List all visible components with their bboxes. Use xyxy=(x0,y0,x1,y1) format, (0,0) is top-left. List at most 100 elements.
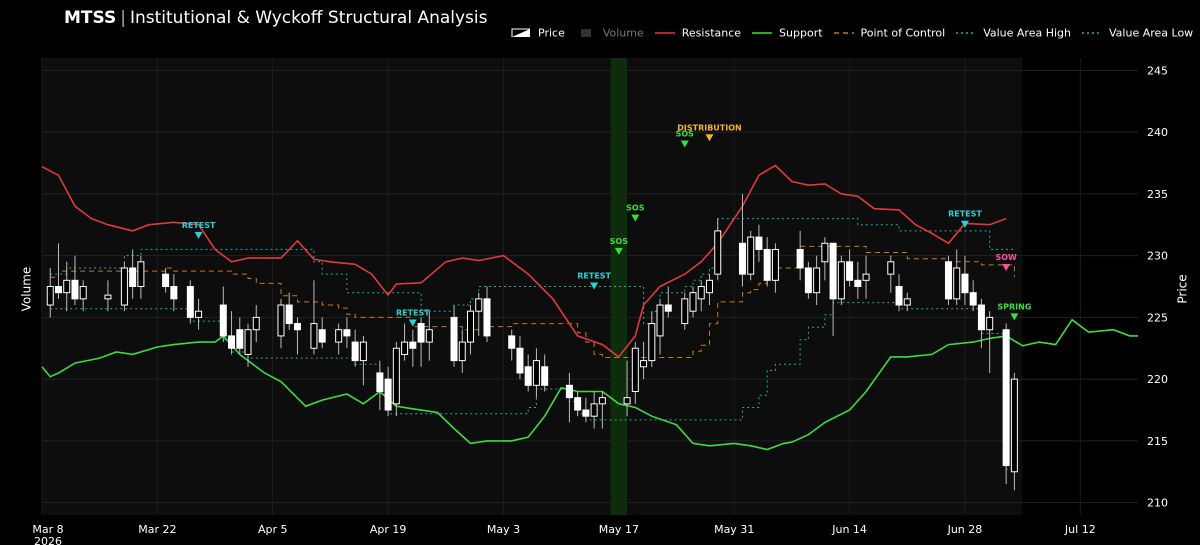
candle-body xyxy=(532,360,540,386)
candle-body xyxy=(170,286,178,300)
candle-body xyxy=(631,347,639,392)
annotation-label: SPRING xyxy=(997,302,1031,311)
candle-body xyxy=(590,403,598,417)
candle-body xyxy=(664,304,672,312)
candle-body xyxy=(162,273,170,288)
candle-body xyxy=(813,267,821,294)
candle-body xyxy=(335,329,343,343)
candle-body xyxy=(54,286,62,294)
candle-body xyxy=(425,329,433,343)
annotation-label: SOS xyxy=(626,204,645,213)
candle-body xyxy=(829,242,837,300)
candle-body xyxy=(969,292,977,306)
x-tick-label: May 3 xyxy=(487,523,520,536)
candle-body xyxy=(409,341,417,349)
candle xyxy=(186,280,194,324)
candle-body xyxy=(747,236,755,275)
candle-body xyxy=(129,267,137,287)
annotation-label: DISTRIBUTION xyxy=(677,123,742,132)
candle xyxy=(747,230,755,281)
candle-body xyxy=(508,335,516,349)
x-tick-label: Jun 28 xyxy=(947,523,983,536)
y-tick-label: 240 xyxy=(1147,126,1168,139)
annotation-label: RETEST xyxy=(396,309,430,318)
candle-body xyxy=(120,267,128,306)
candle-body xyxy=(763,248,771,281)
candle-body xyxy=(738,242,746,275)
candle-body xyxy=(697,286,705,300)
candle-body xyxy=(450,316,458,362)
candle-body xyxy=(318,329,326,343)
candle-body xyxy=(714,230,722,275)
candle-body xyxy=(277,304,285,337)
x-tick-label: Jul 12 xyxy=(1064,523,1096,536)
candle-body xyxy=(986,316,994,331)
annotation-label: RETEST xyxy=(182,221,216,230)
x-tick-label: Jun 14 xyxy=(831,523,867,536)
candle-body xyxy=(417,323,425,343)
candle-body xyxy=(623,397,631,405)
candle-body xyxy=(524,366,532,386)
candle-body xyxy=(953,267,961,300)
candle-body xyxy=(541,366,549,386)
candle-body xyxy=(71,279,79,300)
candle-body xyxy=(376,372,384,392)
candle-body xyxy=(401,341,409,355)
candle-body xyxy=(104,294,112,300)
candle-body xyxy=(195,310,203,318)
candle-body xyxy=(961,273,969,294)
candle-body xyxy=(384,378,392,411)
candle-body xyxy=(392,347,400,405)
y-tick-label: 225 xyxy=(1147,311,1168,324)
y-tick-label: 220 xyxy=(1147,373,1168,386)
candle-body xyxy=(796,248,804,269)
candle-body xyxy=(689,292,697,312)
candle-body xyxy=(467,310,475,343)
candle-body xyxy=(804,267,812,294)
candle-body xyxy=(705,279,713,294)
candle-body xyxy=(944,261,952,300)
candle-body xyxy=(854,279,862,287)
candle-body xyxy=(565,384,573,399)
candlestick-chart: 210215220225230235240245Mar 82026Mar 22 A… xyxy=(32,58,1168,545)
candle-body xyxy=(516,347,524,374)
candle xyxy=(944,255,952,306)
y-tick-label: 245 xyxy=(1147,64,1168,77)
candle-body xyxy=(1002,329,1010,467)
x-tick-label: Mar 22 xyxy=(138,523,176,536)
candle-body xyxy=(598,397,606,405)
annotation-label: RETEST xyxy=(577,272,611,281)
candle xyxy=(1002,323,1010,485)
x-tick-year: 2026 xyxy=(34,535,62,545)
candle-body xyxy=(186,286,194,318)
x-tick-label: Apr 5 xyxy=(258,523,288,536)
candle-body xyxy=(343,329,351,337)
candle-body xyxy=(821,242,829,263)
candle-body xyxy=(46,286,54,306)
annotation-label: SOS xyxy=(610,237,629,246)
candle-body xyxy=(582,409,590,417)
candle-body xyxy=(310,323,318,349)
candle-body xyxy=(903,298,911,306)
candle-body xyxy=(681,298,689,325)
candle-body xyxy=(475,298,483,312)
candle-body xyxy=(837,261,845,300)
candle-body xyxy=(574,397,582,411)
candle-body xyxy=(285,304,293,325)
candle-body xyxy=(63,279,71,294)
candle-body xyxy=(862,273,870,281)
candle-body xyxy=(483,298,491,337)
y-tick-label: 210 xyxy=(1147,497,1168,510)
candle-body xyxy=(228,335,236,349)
candle-body xyxy=(656,304,664,337)
candle-body xyxy=(293,323,301,331)
candle-body xyxy=(236,329,244,349)
candle-body xyxy=(137,261,145,288)
candle-body xyxy=(351,341,359,362)
candle-body xyxy=(895,286,903,306)
candle xyxy=(120,261,128,312)
candle-body xyxy=(648,323,656,362)
annotation-label: RETEST xyxy=(948,210,982,219)
candle-body xyxy=(846,261,854,281)
candle-body xyxy=(458,341,466,362)
